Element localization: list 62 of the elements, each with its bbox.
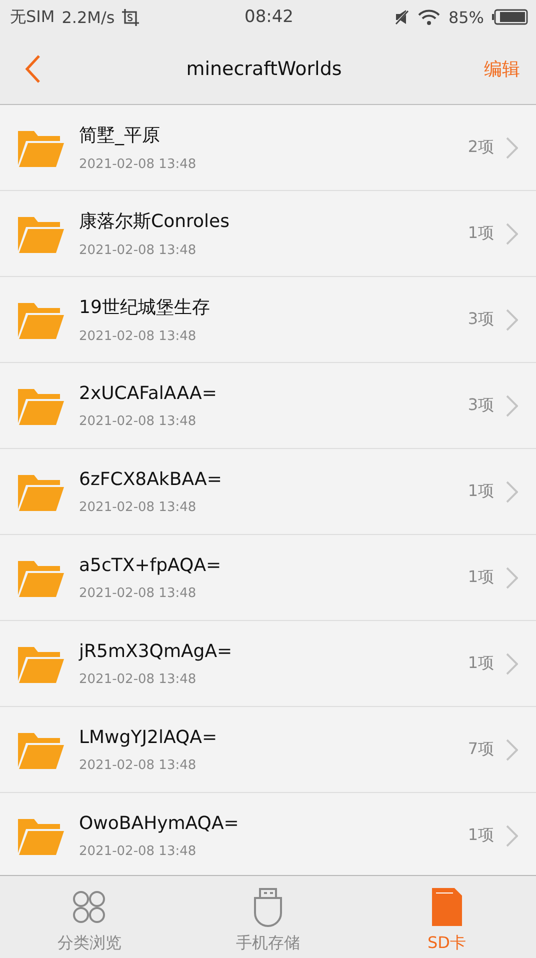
battery-percent: 85%	[448, 8, 484, 26]
folder-name: 康落尔斯Conroles	[79, 210, 230, 233]
folder-row[interactable]: 6zFCX8AkBAA= 2021-02-08 13:48 1项	[0, 449, 536, 535]
folder-date: 2021-02-08 13:48	[79, 586, 198, 600]
folder-row[interactable]: 简墅_平原 2021-02-08 13:48 2项	[0, 105, 536, 191]
screenshot-icon	[122, 8, 139, 26]
item-count: 2项	[468, 137, 494, 158]
folder-date: 2021-02-08 13:48	[79, 844, 198, 858]
item-count: 3项	[468, 395, 494, 416]
folder-row[interactable]: 2xUCAFalAAA= 2021-02-08 13:48 3项	[0, 363, 536, 449]
clock: 08:42	[244, 7, 294, 27]
folder-name: OwoBAHymAQA=	[79, 812, 240, 834]
chevron-right-icon	[506, 394, 518, 416]
carrier-text: 无SIM	[10, 6, 55, 28]
folder-icon	[18, 386, 64, 424]
folder-icon	[18, 300, 64, 338]
folder-date: 2021-02-08 13:48	[79, 157, 198, 172]
folder-date: 2021-02-08 13:48	[79, 329, 198, 344]
chevron-right-icon	[506, 824, 518, 846]
folder-date: 2021-02-08 13:48	[79, 758, 198, 772]
folder-name: LMwgYJ2lAQA=	[79, 726, 218, 748]
folder-icon	[18, 816, 64, 854]
chevron-right-icon	[506, 136, 518, 158]
folder-row[interactable]: 19世纪城堡生存 2021-02-08 13:48 3项	[0, 277, 536, 363]
folder-date: 2021-02-08 13:48	[79, 500, 198, 514]
folder-name: 2xUCAFalAAA=	[79, 382, 218, 404]
folder-date: 2021-02-08 13:48	[79, 414, 198, 428]
folder-row[interactable]: 康落尔斯Conroles 2021-02-08 13:48 1项	[0, 191, 536, 277]
folder-icon	[18, 472, 64, 510]
item-count: 1项	[468, 481, 494, 502]
chevron-right-icon	[506, 480, 518, 502]
folder-name: 简墅_平原	[79, 124, 161, 147]
item-count: 1项	[468, 223, 494, 244]
item-count: 3项	[468, 309, 494, 330]
folder-date: 2021-02-08 13:48	[79, 672, 198, 686]
chevron-right-icon	[506, 566, 518, 588]
wifi-icon	[418, 9, 440, 25]
item-count: 1项	[468, 567, 494, 588]
chevron-right-icon	[506, 738, 518, 760]
folder-icon	[18, 730, 64, 768]
folder-icon	[18, 128, 64, 166]
folder-icon	[18, 644, 64, 682]
folder-name: 19世纪城堡生存	[79, 296, 211, 319]
folder-row[interactable]: LMwgYJ2lAQA= 2021-02-08 13:48 7项	[0, 707, 536, 793]
folder-row[interactable]: jR5mX3QmAgA= 2021-02-08 13:48 1项	[0, 621, 536, 707]
chevron-right-icon	[506, 308, 518, 330]
folder-name: 6zFCX8AkBAA=	[79, 468, 223, 490]
item-count: 1项	[468, 825, 494, 846]
folder-row[interactable]: a5cTX+fpAQA= 2021-02-08 13:48 1项	[0, 535, 536, 621]
folder-name: a5cTX+fpAQA=	[79, 554, 222, 576]
battery-icon	[492, 9, 528, 25]
chevron-right-icon	[506, 652, 518, 674]
network-speed: 2.2M/s	[62, 8, 115, 26]
folder-icon	[18, 214, 64, 252]
chevron-right-icon	[506, 222, 518, 244]
page-title: minecraftWorlds	[185, 58, 343, 80]
mute-icon	[394, 9, 410, 25]
folder-date: 2021-02-08 13:48	[79, 243, 198, 258]
folder-name: jR5mX3QmAgA=	[79, 640, 234, 662]
item-count: 7项	[468, 739, 494, 760]
item-count: 1项	[468, 653, 494, 674]
folder-icon	[18, 558, 64, 596]
